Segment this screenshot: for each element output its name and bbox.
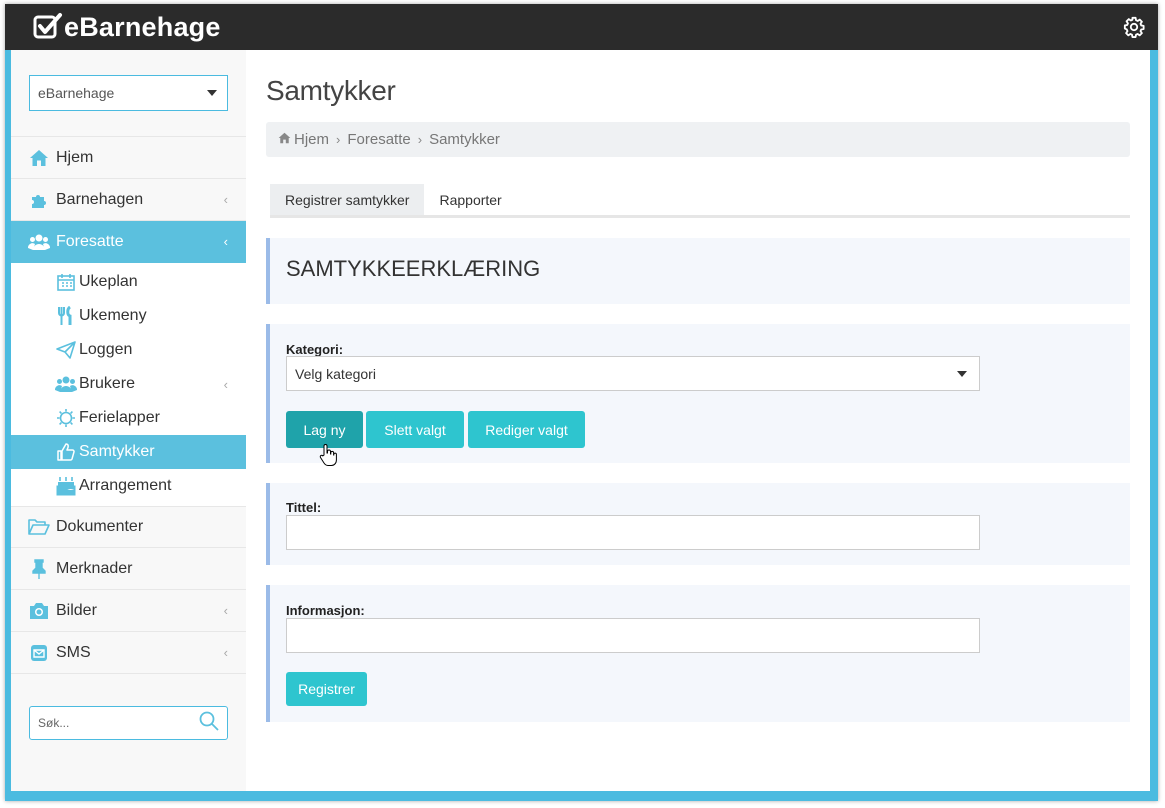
informasjon-input[interactable] <box>295 627 967 644</box>
chevron-left-icon: ‹ <box>223 645 228 660</box>
users-icon <box>55 373 77 395</box>
sidebar-subitem-label: Ferielapper <box>79 409 160 426</box>
breadcrumb-hjem[interactable]: Hjem <box>294 131 329 148</box>
sidebar-search <box>29 706 228 740</box>
app-logo[interactable]: eBarnehage <box>33 12 221 43</box>
informasjon-panel: Informasjon: Registrer <box>266 585 1130 722</box>
pin-icon <box>28 558 50 580</box>
kategori-panel: Kategori: Velg kategori Lag ny Slett val… <box>266 324 1130 466</box>
utensils-icon <box>55 305 77 327</box>
breadcrumb-foresatte[interactable]: Foresatte <box>347 131 410 148</box>
cake-icon <box>55 475 77 497</box>
checkbox-logo-icon <box>33 13 62 39</box>
tab-rapporter[interactable]: Rapporter <box>424 184 516 215</box>
caret-down-icon <box>957 370 967 377</box>
org-select-wrap: eBarnehage <box>11 50 246 137</box>
gear-icon[interactable] <box>1122 15 1146 39</box>
sidebar-item-label: Dokumenter <box>56 518 144 535</box>
sidebar-search-wrap <box>29 706 228 740</box>
folder-icon <box>28 516 50 538</box>
informasjon-label: Informasjon: <box>286 603 365 618</box>
home-icon <box>278 131 291 148</box>
puzzle-icon <box>28 189 50 211</box>
sidebar-item-label: Hjem <box>56 148 94 166</box>
sidebar-item-merknader[interactable]: Merknader <box>11 548 246 590</box>
chevron-left-icon: ‹ <box>223 192 228 207</box>
thumbs-up-icon <box>55 441 77 463</box>
sidebar-subitem-label: Brukere <box>79 375 136 392</box>
sidebar-subitem-ferielapper[interactable]: Ferielapper <box>11 401 246 435</box>
paper-plane-icon <box>55 339 77 361</box>
tittel-field[interactable] <box>286 515 980 550</box>
app-name: eBarnehage <box>64 11 221 42</box>
breadcrumb: Hjem › Foresatte › Samtykker <box>266 122 1130 157</box>
sidebar-subitem-loggen[interactable]: Loggen <box>11 333 246 367</box>
section-title: SAMTYKKEERKLÆRING <box>286 256 541 281</box>
informasjon-field[interactable] <box>286 618 980 653</box>
breadcrumb-separator: › <box>336 132 341 147</box>
sidebar-item-hjem[interactable]: Hjem <box>11 137 246 179</box>
tittel-label: Tittel: <box>286 500 322 515</box>
main-content: Samtykker Hjem › Foresatte › Samtykker R… <box>246 50 1150 791</box>
sidebar-item-label: Merknader <box>56 559 133 577</box>
kategori-select[interactable]: Velg kategori <box>286 356 980 391</box>
sun-icon <box>55 407 77 429</box>
caret-down-icon <box>207 90 217 96</box>
org-select[interactable]: eBarnehage <box>29 75 228 111</box>
envelope-icon <box>28 642 50 664</box>
sidebar-subitem-label: Loggen <box>79 341 133 358</box>
sidebar-item-label: Bilder <box>56 601 97 619</box>
sidebar-item-bilder[interactable]: Bilder ‹ <box>11 590 246 632</box>
breadcrumb-separator: › <box>417 132 423 147</box>
sidebar-subitem-ukeplan[interactable]: Ukeplan <box>11 265 246 299</box>
sidebar-item-foresatte[interactable]: Foresatte ‹ <box>11 221 246 263</box>
search-icon[interactable] <box>199 711 219 736</box>
chevron-left-icon: ‹ <box>223 234 228 249</box>
kategori-label: Kategori: <box>286 342 344 357</box>
tittel-input[interactable] <box>295 524 967 541</box>
sidebar-subitem-brukere[interactable]: Brukere ‹ <box>11 367 246 401</box>
sidebar-item-dokumenter[interactable]: Dokumenter <box>11 506 246 548</box>
calendar-icon <box>55 271 77 293</box>
breadcrumb-samtykker: Samtykker <box>429 131 500 148</box>
sidebar: eBarnehage Hjem Barnehagen ‹ Foresatte ‹… <box>11 50 246 791</box>
org-select-value: eBarnehage <box>38 85 115 101</box>
tittel-panel: Tittel: <box>266 483 1130 565</box>
sidebar-item-barnehagen[interactable]: Barnehagen ‹ <box>11 179 246 221</box>
sidebar-item-label: SMS <box>56 643 91 661</box>
sidebar-subitem-ukemeny[interactable]: Ukemeny <box>11 299 246 333</box>
chevron-left-icon: ‹ <box>223 603 228 618</box>
sidebar-subitem-label: Ukemeny <box>79 307 147 324</box>
hand-cursor-icon <box>319 443 337 472</box>
section-title-panel: SAMTYKKEERKLÆRING <box>266 238 1130 304</box>
foresatte-submenu: Ukeplan Ukemeny Loggen Brukere ‹ Feriela… <box>11 263 246 506</box>
users-icon <box>28 231 50 253</box>
sidebar-subitem-label: Samtykker <box>79 443 155 460</box>
sidebar-item-label: Barnehagen <box>56 190 144 208</box>
camera-icon <box>28 600 50 622</box>
sidebar-subitem-label: Ukeplan <box>79 273 138 290</box>
registrer-button[interactable]: Registrer <box>286 672 367 706</box>
tab-registrer-samtykker[interactable]: Registrer samtykker <box>270 184 425 215</box>
top-bar: eBarnehage <box>5 4 1158 50</box>
sidebar-subitem-label: Arrangement <box>79 477 172 494</box>
search-input[interactable] <box>38 716 188 730</box>
sidebar-subitem-samtykker[interactable]: Samtykker <box>11 435 246 469</box>
sidebar-subitem-arrangement[interactable]: Arrangement <box>11 469 246 503</box>
chevron-left-icon: ‹ <box>223 377 228 392</box>
home-icon <box>28 147 50 169</box>
kategori-select-value: Velg kategori <box>295 365 376 382</box>
sidebar-item-sms[interactable]: SMS ‹ <box>11 632 246 674</box>
rediger-valgt-button[interactable]: Rediger valgt <box>468 411 585 448</box>
sidebar-item-label: Foresatte <box>56 233 124 250</box>
tab-bar: Registrer samtykker Rapporter <box>270 184 1130 218</box>
slett-valgt-button[interactable]: Slett valgt <box>366 411 464 448</box>
page-title: Samtykker <box>266 75 396 106</box>
